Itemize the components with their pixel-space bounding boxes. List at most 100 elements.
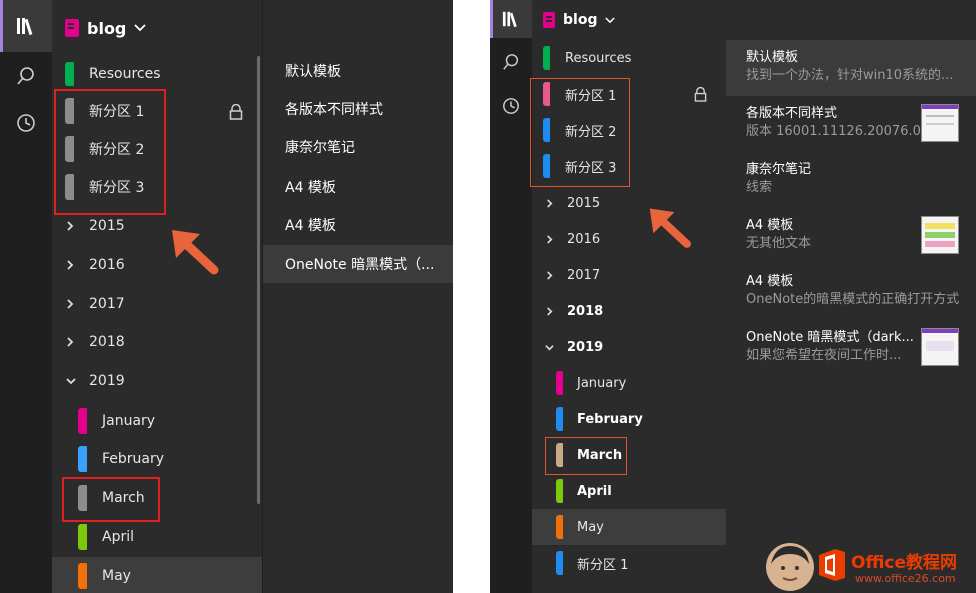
page-item[interactable]: A4 模板 OneNote的暗黑模式的正确打开方式 [726, 264, 976, 320]
section-item[interactable]: February [532, 401, 726, 437]
watermark-brand: Office教程网 [851, 548, 957, 573]
section-color-tab [78, 524, 87, 550]
page-preview: 线索 [746, 179, 976, 197]
page-title: A4 模板 [285, 180, 336, 196]
section-group[interactable]: 2019 [52, 362, 262, 400]
section-label: April [102, 529, 134, 545]
section-group-label: 2016 [89, 257, 125, 273]
section-color-tab [556, 479, 563, 503]
chevron-down-icon [134, 24, 146, 32]
notebooks-button[interactable] [490, 0, 532, 38]
page-item[interactable]: A4 模板 [263, 206, 453, 244]
section-group[interactable]: 2017 [52, 285, 262, 323]
chevron-right-icon [545, 306, 554, 317]
highlight-box-march [62, 477, 160, 522]
highlight-box-sections [54, 89, 166, 215]
page-item[interactable]: 各版本不同样式 [263, 90, 453, 128]
page-title: OneNote 暗黑模式（... [285, 257, 434, 273]
lock-icon [229, 104, 243, 120]
section-scrollbar[interactable] [257, 56, 260, 504]
arrow-icon [170, 228, 222, 276]
arrow-icon [648, 206, 694, 250]
chevron-right-icon [65, 336, 75, 348]
section-item[interactable]: April [52, 518, 262, 556]
section-color-tab [543, 46, 550, 70]
search-icon [16, 66, 36, 86]
notebook-name: blog [87, 19, 126, 38]
section-color-tab [556, 371, 563, 395]
page-list: 默认模板 找到一个办法，针对win10系统的... 各版本不同样式 版本 160… [726, 0, 976, 593]
page-item[interactable]: 康奈尔笔记 线索 [726, 152, 976, 208]
left-onenote-window: blog Resources 新分区 1 新分区 2 新分区 3 2015 [0, 0, 453, 593]
chevron-down-icon [65, 376, 77, 386]
library-icon [501, 10, 521, 28]
page-item[interactable]: 康奈尔笔记 [263, 128, 453, 166]
section-item[interactable]: Resources [52, 56, 262, 92]
page-item-selected[interactable]: OneNote 暗黑模式（... [263, 245, 453, 283]
section-label: May [577, 520, 604, 535]
library-icon [15, 16, 37, 36]
office-logo-icon [817, 548, 847, 582]
section-group-label: 2015 [89, 218, 125, 234]
section-label: January [102, 413, 155, 429]
section-item[interactable]: 新分区 1 [532, 545, 726, 581]
section-color-tab [556, 551, 563, 575]
page-item[interactable]: A4 模板 无其他文本 [726, 208, 976, 264]
section-item[interactable]: January [52, 402, 262, 440]
page-item[interactable]: A4 模板 [263, 168, 453, 206]
section-item[interactable]: January [532, 365, 726, 401]
page-title: A4 模板 [746, 273, 976, 291]
recent-button[interactable] [0, 105, 52, 141]
section-group-label: 2015 [567, 196, 600, 211]
lock-icon [694, 87, 707, 102]
watermark-url: www.office26.com [855, 572, 956, 585]
section-item[interactable]: Resources [532, 40, 726, 76]
page-item[interactable]: 默认模板 [263, 52, 453, 90]
notebooks-button[interactable] [0, 0, 52, 52]
section-item[interactable]: April [532, 473, 726, 509]
section-item[interactable]: February [52, 440, 262, 478]
section-group[interactable]: 2018 [52, 323, 262, 361]
page-item[interactable]: OneNote 暗黑模式（dark... 如果您希望在夜间工作时... [726, 320, 976, 376]
recent-button[interactable] [490, 90, 532, 122]
section-group-label: 2019 [89, 373, 125, 389]
search-button[interactable] [0, 58, 52, 94]
clock-icon [502, 97, 520, 115]
avatar [765, 542, 815, 592]
section-item[interactable]: May [52, 557, 262, 593]
page-item-selected[interactable]: 默认模板 找到一个办法，针对win10系统的... [726, 40, 976, 96]
page-thumbnail [921, 328, 959, 366]
search-icon [502, 53, 520, 71]
chevron-down-icon [605, 17, 615, 24]
chevron-right-icon [65, 259, 75, 271]
section-item[interactable]: May [532, 509, 726, 545]
highlight-box-sections [530, 78, 630, 187]
section-color-tab [556, 515, 563, 539]
section-group[interactable]: 2016 [52, 246, 262, 284]
navigation-rail [490, 0, 532, 593]
section-label: February [102, 451, 164, 467]
notebook-icon [543, 12, 555, 28]
clock-icon [16, 113, 36, 133]
chevron-right-icon [65, 220, 75, 232]
page-title: A4 模板 [285, 218, 336, 234]
chevron-right-icon [65, 298, 75, 310]
section-group[interactable]: 2016 [532, 221, 726, 257]
section-label: April [577, 484, 612, 499]
page-thumbnail [921, 216, 959, 254]
section-group-label: 2017 [89, 296, 125, 312]
section-group[interactable]: 2018 [532, 293, 726, 329]
section-group[interactable]: 2015 [532, 185, 726, 221]
section-group[interactable]: 2017 [532, 257, 726, 293]
search-button[interactable] [490, 46, 532, 78]
page-title: 各版本不同样式 [285, 102, 383, 118]
section-group-label: 2017 [567, 268, 600, 283]
section-label: 新分区 1 [577, 554, 628, 573]
page-preview: 找到一个办法，针对win10系统的... [746, 67, 976, 85]
section-group-label: 2016 [567, 232, 600, 247]
page-thumbnail [921, 104, 959, 142]
page-preview: OneNote的暗黑模式的正确打开方式 [746, 291, 976, 309]
section-group[interactable]: 2019 [532, 329, 726, 365]
page-item[interactable]: 各版本不同样式 版本 16001.11126.20076.0 [726, 96, 976, 152]
section-group-label: 2018 [89, 334, 125, 350]
